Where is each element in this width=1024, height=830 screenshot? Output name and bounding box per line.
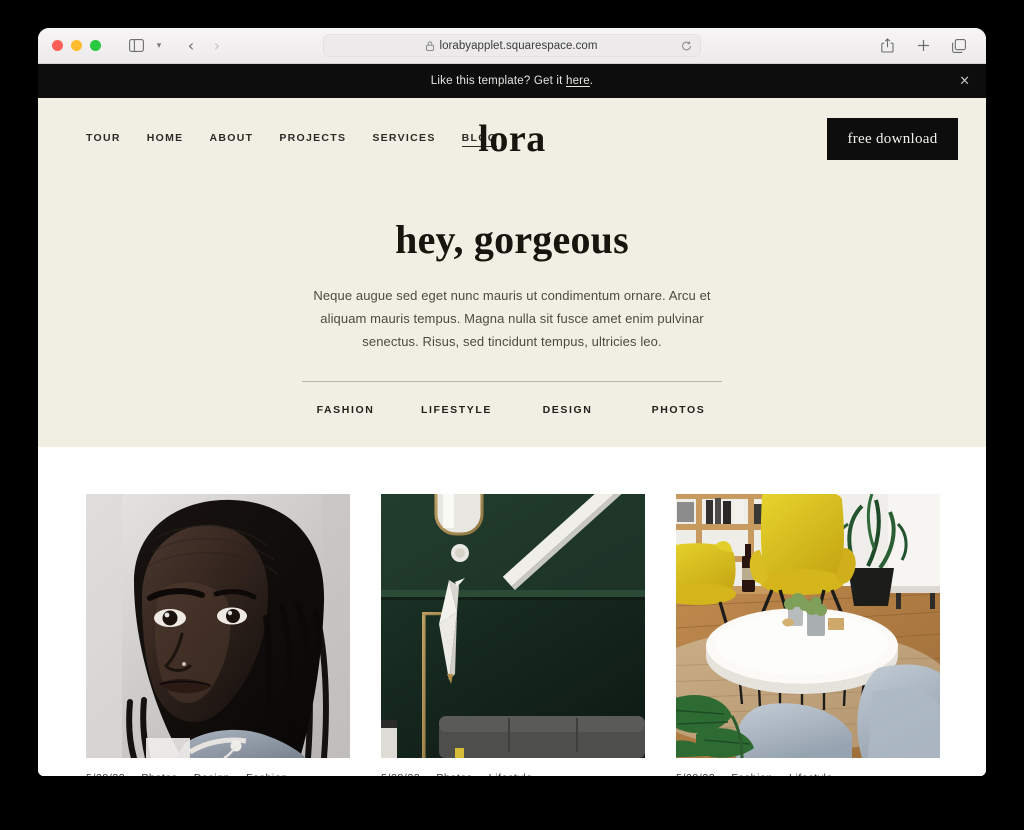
post-thumbnail-portrait-woman-braids[interactable]	[86, 494, 350, 758]
share-icon[interactable]	[874, 34, 900, 58]
lock-icon	[426, 40, 435, 51]
free-download-button[interactable]: free download	[827, 118, 958, 160]
category-design[interactable]: DESIGN	[512, 404, 623, 416]
category-photos[interactable]: PHOTOS	[623, 404, 734, 416]
address-bar-wrapper: lorabyapplet.squarespace.com	[323, 34, 701, 57]
meta-separator: ·	[479, 772, 483, 776]
page-title: hey, gorgeous	[395, 217, 629, 262]
post-tag[interactable]: Lifestyle	[489, 772, 533, 776]
banner-text-after: .	[589, 75, 594, 87]
meta-separator: ·	[236, 772, 240, 776]
post-date: 5/28/22	[676, 772, 715, 776]
meta-separator: ·	[131, 772, 135, 776]
post-tag[interactable]: Lifestyle	[789, 772, 833, 776]
hero-body: hey, gorgeous Neque augue sed eget nunc …	[38, 180, 986, 416]
blog-post-card[interactable]: 5/28/22 · Photos · Design · Fashion	[86, 494, 350, 776]
reload-icon[interactable]	[681, 40, 692, 51]
post-tag[interactable]: Fashion	[731, 772, 773, 776]
banner-text: Like this template? Get it here.	[431, 75, 593, 87]
post-date: 5/28/22	[381, 772, 420, 776]
post-meta: 5/28/22 · Fashion · Lifestyle	[676, 772, 940, 776]
chevron-down-icon[interactable]: ▾	[152, 40, 166, 51]
post-thumbnail-green-wall-bird-lamp[interactable]	[381, 494, 645, 758]
post-meta: 5/28/22 · Photos · Design · Fashion	[86, 772, 350, 776]
post-tag[interactable]: Design	[194, 772, 230, 776]
post-date: 5/28/22	[86, 772, 125, 776]
sidebar-icon[interactable]	[123, 34, 149, 58]
post-thumbnail-yellow-chairs-living-room[interactable]	[676, 494, 940, 758]
device-frame: ▾ ‹ › lorabyapplet.squarespace.com Like …	[0, 0, 1024, 830]
forward-button[interactable]: ›	[207, 37, 227, 54]
hero-divider	[302, 381, 722, 383]
template-promo-banner: Like this template? Get it here. ×	[38, 64, 986, 98]
back-button[interactable]: ‹	[181, 37, 201, 54]
site-content: TOUR HOME ABOUT PROJECTS SERVICES BLOG l…	[38, 98, 986, 776]
blog-post-card[interactable]: 5/28/22 · Fashion · Lifestyle	[676, 494, 940, 776]
site-logo[interactable]: lora	[478, 117, 545, 161]
minimize-window-button[interactable]	[71, 40, 82, 51]
post-meta: 5/28/22 · Photos · Lifestyle	[381, 772, 645, 776]
banner-close-icon[interactable]: ×	[959, 75, 970, 88]
browser-window: ▾ ‹ › lorabyapplet.squarespace.com Like …	[38, 28, 986, 776]
blog-post-card[interactable]: 5/28/22 · Photos · Lifestyle	[381, 494, 645, 776]
hero-subtitle: Neque augue sed eget nunc mauris ut cond…	[313, 288, 711, 349]
nav-item-services[interactable]: SERVICES	[372, 132, 435, 146]
post-tag[interactable]: Fashion	[246, 772, 288, 776]
green-wall-bird-lamp-image	[381, 494, 645, 758]
nav-item-home[interactable]: HOME	[147, 132, 184, 146]
browser-toolbar: ▾ ‹ › lorabyapplet.squarespace.com	[38, 28, 986, 64]
nav-links: TOUR HOME ABOUT PROJECTS SERVICES BLOG	[86, 132, 498, 147]
maximize-window-button[interactable]	[90, 40, 101, 51]
blog-post-grid: 5/28/22 · Photos · Design · Fashion	[38, 447, 986, 776]
hero-section: TOUR HOME ABOUT PROJECTS SERVICES BLOG l…	[38, 98, 986, 447]
yellow-chairs-living-room-image	[676, 494, 940, 758]
post-tag[interactable]: Photos	[436, 772, 472, 776]
post-tag[interactable]: Photos	[141, 772, 177, 776]
category-lifestyle[interactable]: LIFESTYLE	[401, 404, 512, 416]
nav-item-about[interactable]: ABOUT	[209, 132, 253, 146]
plus-icon[interactable]	[910, 34, 936, 58]
address-bar[interactable]: lorabyapplet.squarespace.com	[323, 34, 701, 57]
category-fashion[interactable]: FASHION	[290, 404, 401, 416]
meta-separator: ·	[184, 772, 188, 776]
meta-separator: ·	[426, 772, 430, 776]
banner-text-before: Like this template? Get it	[430, 75, 566, 87]
category-filter-bar: FASHION LIFESTYLE DESIGN PHOTOS	[38, 404, 986, 416]
meta-separator: ·	[721, 772, 725, 776]
nav-item-tour[interactable]: TOUR	[86, 132, 121, 146]
portrait-woman-braids-image	[86, 494, 350, 758]
meta-separator: ·	[779, 772, 783, 776]
close-window-button[interactable]	[52, 40, 63, 51]
site-navigation: TOUR HOME ABOUT PROJECTS SERVICES BLOG l…	[38, 98, 986, 180]
tabs-overview-icon[interactable]	[946, 34, 972, 58]
window-controls[interactable]	[52, 40, 101, 51]
url-text: lorabyapplet.squarespace.com	[439, 39, 598, 52]
banner-here-link[interactable]: here	[566, 75, 590, 87]
nav-item-projects[interactable]: PROJECTS	[279, 132, 346, 146]
